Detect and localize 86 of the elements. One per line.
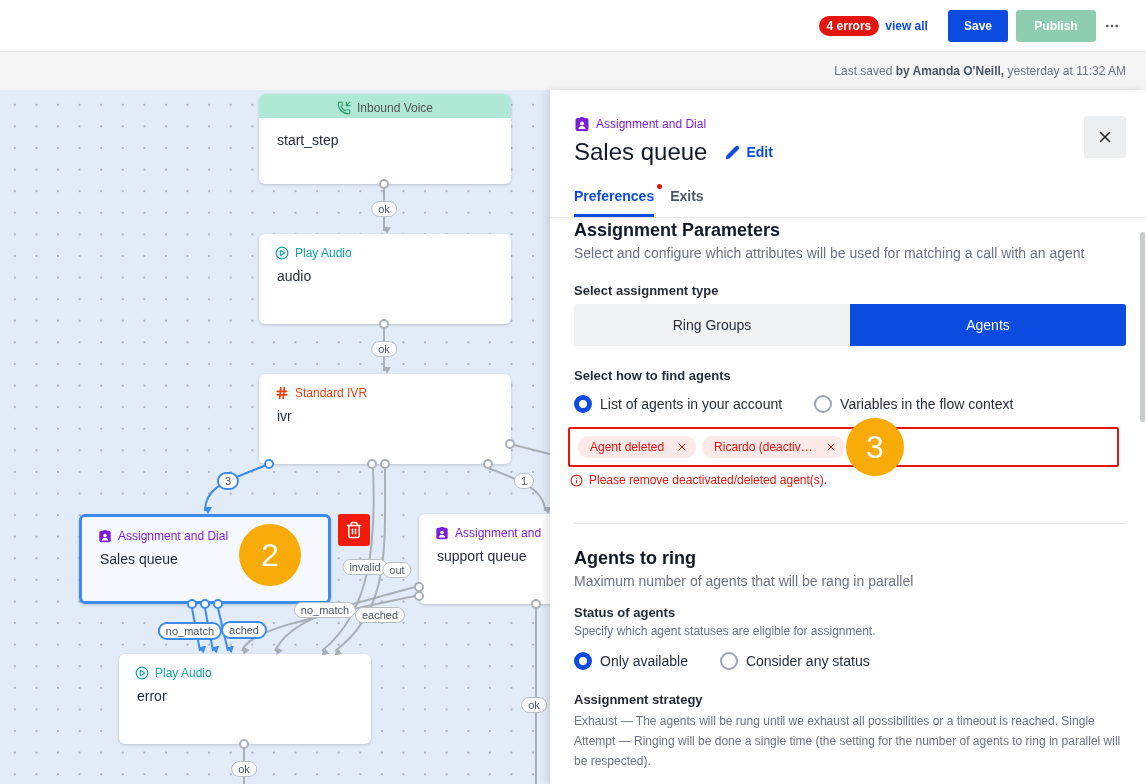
edge-label: invalid <box>342 559 388 575</box>
section-description: Maximum number of agents that will be rang in parallel <box>574 573 915 589</box>
port-icon[interactable] <box>505 439 515 449</box>
edge-label: ok <box>231 761 257 777</box>
segment-button[interactable]: Agents <box>850 304 1126 346</box>
last-saved-text: Last saved by Amanda O'Neill, yesterday at 11:32 AM <box>834 64 1126 78</box>
view-all-link[interactable]: view all <box>885 18 928 33</box>
section-description: Select and configure which attributes will be used for matching a call with an agent <box>574 245 1086 261</box>
play-icon <box>135 666 149 680</box>
trash-icon <box>345 521 363 539</box>
node-name: audio <box>276 267 313 286</box>
field-label: Assignment strategy <box>574 692 704 707</box>
field-description: Specify which agent statuses are eligible for assignment. <box>574 624 877 638</box>
id-badge-icon <box>574 116 590 132</box>
tag-label: Agent deleted <box>590 440 665 454</box>
port-icon[interactable] <box>379 319 389 329</box>
node-type-label: Assignment and Dial <box>118 529 229 543</box>
field-label: Select assignment type <box>574 283 720 298</box>
edge-label: ok <box>371 201 397 217</box>
panel-title: Sales queue <box>574 138 708 166</box>
radio-icon[interactable] <box>574 652 592 670</box>
node-name: Sales queue <box>99 550 179 569</box>
radio-label: Variables in the flow context <box>840 396 1014 412</box>
port-icon[interactable] <box>239 739 249 749</box>
segment-button[interactable]: Ring Groups <box>574 304 850 346</box>
radio-option[interactable]: List of agents in your account <box>574 395 783 413</box>
node-name: start_step <box>276 131 340 150</box>
play-icon <box>275 246 289 260</box>
port-icon[interactable] <box>264 459 274 469</box>
radio-option[interactable]: Variables in the flow context <box>814 395 1014 413</box>
radio-label: Consider any status <box>745 653 870 669</box>
radio-option[interactable]: Only available <box>574 652 688 670</box>
node-name: support queue <box>436 547 528 566</box>
radio-label: List of agents in your account <box>600 396 783 412</box>
section-heading: Assignment Parameters <box>574 220 782 241</box>
step-marker: 3 <box>846 418 904 476</box>
radio-icon[interactable] <box>719 652 738 670</box>
edge-label: out <box>382 562 412 578</box>
edge-label: ached <box>221 621 267 639</box>
flow-node[interactable]: Assignment and support queue <box>419 514 550 604</box>
flow-node[interactable]: Standard IVR ivr <box>259 374 511 464</box>
edge-label: 3 <box>216 472 240 490</box>
node-type-label: Standard IVR <box>295 386 368 400</box>
node-name: ivr <box>276 407 293 426</box>
radio-option[interactable]: Consider any status <box>719 652 870 670</box>
node-type-label: Inbound Voice <box>356 101 434 115</box>
error-message: Please remove deactivated/deleted agent(s). <box>589 473 828 487</box>
connector-arrow <box>487 467 550 514</box>
field-label: Status of agents <box>574 605 677 620</box>
radio-icon[interactable] <box>814 395 833 413</box>
edge-label: no_match <box>293 602 357 618</box>
phone-incoming-icon <box>336 101 351 115</box>
edge-label: ok <box>371 341 397 357</box>
delete-button[interactable] <box>338 514 370 546</box>
flow-node[interactable]: Play Audio error <box>119 654 371 744</box>
port-icon[interactable] <box>379 179 389 189</box>
tab[interactable]: Preferences <box>574 184 655 217</box>
node-type-label: Play Audio <box>155 666 212 680</box>
port-icon[interactable] <box>483 459 493 469</box>
edge-label: 1 <box>513 473 535 489</box>
hash-icon <box>275 386 289 400</box>
flow-node[interactable]: Inbound Voice start_step <box>259 94 511 184</box>
edge-label: ok <box>521 697 547 713</box>
field-description: Exhaust — The agents will be rung until we exhaust all possibilities or a timeout is reached. Single Attempt — Ringing will be done a single time (the setting for the number of agents to ring in parallel will be respected). <box>574 713 1122 770</box>
save-button[interactable]: Save <box>947 9 1008 42</box>
node-type-label: Assignment and Dial <box>596 117 707 131</box>
close-button[interactable] <box>1084 116 1126 158</box>
pencil-icon <box>725 144 741 160</box>
port-icon[interactable] <box>531 599 541 609</box>
edit-link[interactable]: Edit <box>725 144 773 160</box>
id-badge-icon <box>98 529 112 543</box>
id-badge-icon <box>435 526 449 540</box>
section-heading: Agents to ring <box>574 548 697 569</box>
error-icon <box>570 473 583 487</box>
tag-label: Ricardo (deactiv… <box>714 440 813 454</box>
node-type-label: Play Audio <box>295 246 352 260</box>
field-label: Select how to find agents <box>574 368 732 383</box>
edge-label: eached <box>354 607 406 623</box>
node-type-label: Assignment and <box>455 526 542 540</box>
radio-icon[interactable] <box>574 395 592 413</box>
tab[interactable]: Exits <box>670 184 704 217</box>
node-name: error <box>136 687 168 706</box>
edge-label: no_match <box>157 622 223 640</box>
radio-label: Only available <box>600 653 688 669</box>
flow-node[interactable]: Play Audio audio <box>259 234 511 324</box>
error-count-badge: 4 errors <box>818 15 880 36</box>
